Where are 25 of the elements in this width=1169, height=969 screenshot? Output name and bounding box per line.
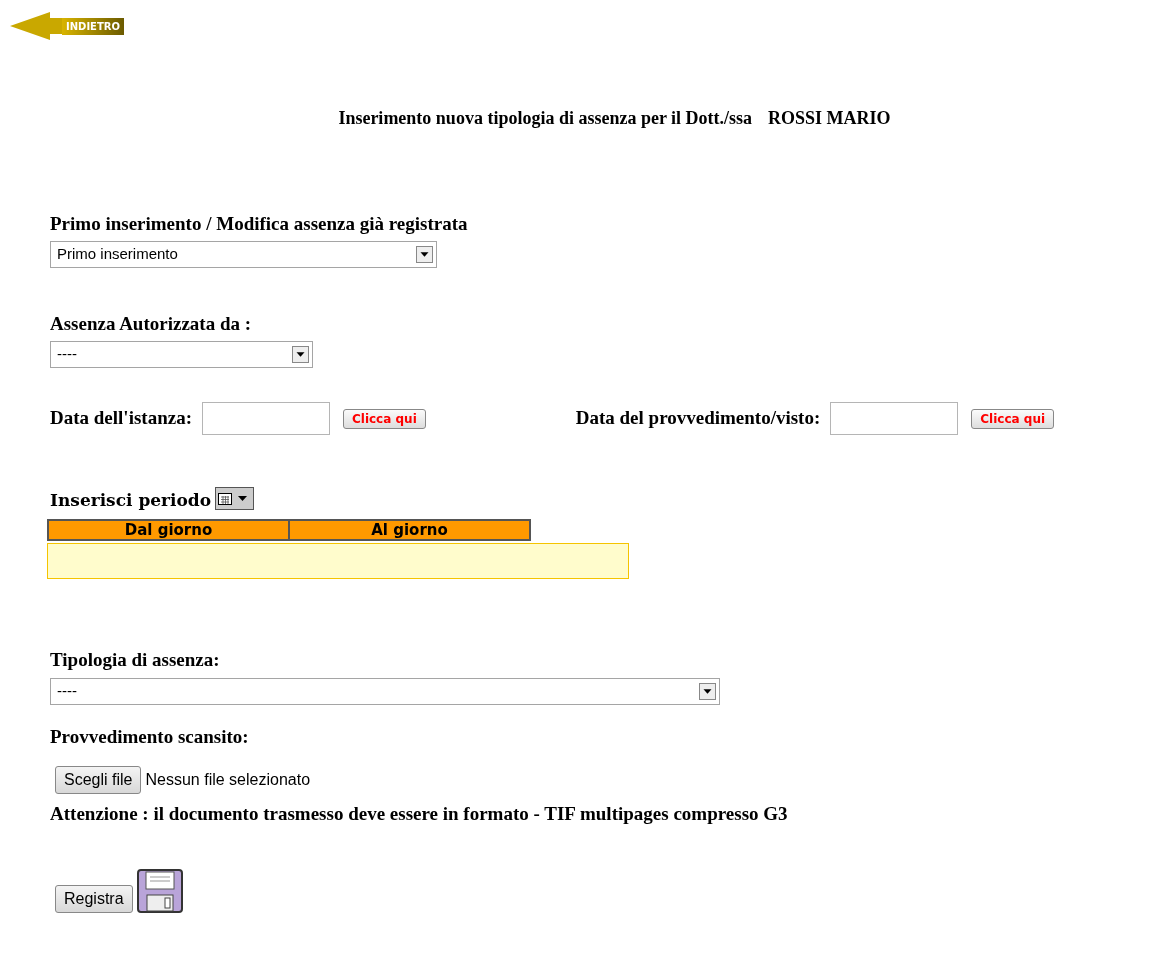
date-field[interactable] [830, 402, 959, 435]
caret-icon [292, 346, 309, 363]
register-button[interactable]: Registra [55, 884, 133, 913]
dropdown[interactable]: ---- [50, 341, 313, 368]
calendar-icon [218, 492, 233, 505]
field-label: Assenza Autorizzata da : [50, 312, 252, 334]
field-label: Provvedimento scansito: [50, 725, 249, 747]
file-status: Nessun file selezionato [145, 770, 311, 790]
caret-icon [416, 245, 433, 263]
dropdown[interactable]: Primo inserimento [50, 240, 437, 268]
date-field[interactable] [201, 402, 330, 435]
dropdown[interactable]: ---- [50, 677, 720, 705]
field-label: Data dell'istanza: [50, 406, 192, 431]
field-label: Data del provvedimento/visto: [575, 406, 821, 431]
caret-icon [699, 682, 716, 700]
field-label: Primo inserimento / Modifica assenza già registrata [50, 212, 468, 236]
column-header: Al giorno [289, 520, 530, 540]
calendar-button[interactable] [215, 487, 255, 510]
period-label: Inserisci periodo [50, 490, 212, 510]
field-label: Tipologia di assenza: [50, 649, 220, 670]
column-header: Dal giorno [48, 520, 289, 540]
heading-text: Inserimento nuova tipologia di assenza per il Dott./ssa [338, 107, 753, 130]
choose-file-button[interactable]: Scegli file [55, 766, 142, 794]
person-name: ROSSI MARIO [768, 107, 891, 130]
notice-text: Attenzione : il documento trasmesso deve essere in formato - TIF multipages compresso G3 [50, 803, 788, 824]
